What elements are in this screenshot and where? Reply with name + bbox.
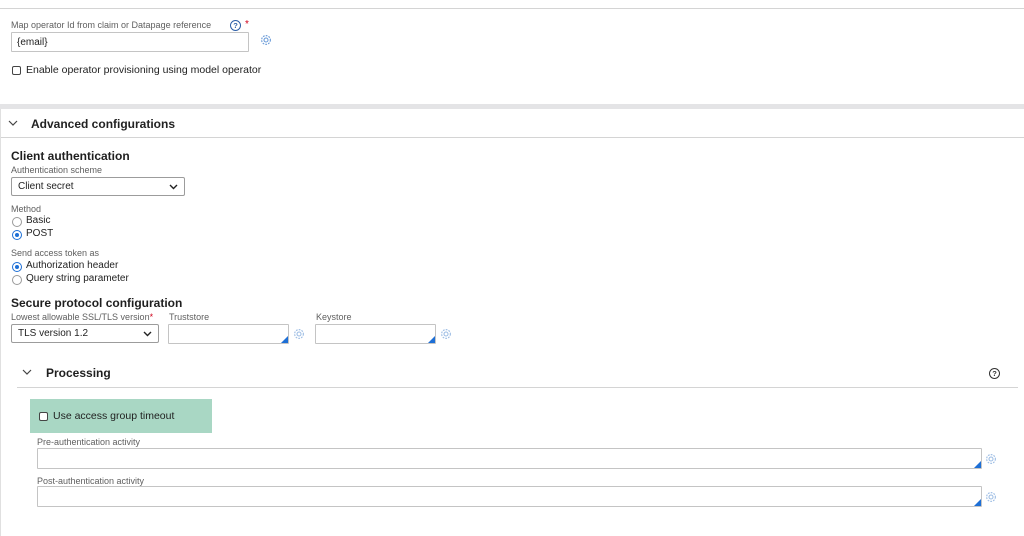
keystore-label: Keystore: [316, 312, 352, 322]
method-post-radio[interactable]: [12, 230, 22, 240]
chevron-down-icon[interactable]: [8, 119, 18, 127]
gear-icon[interactable]: [292, 327, 306, 341]
authentication-scheme-label: Authentication scheme: [11, 165, 103, 175]
map-operator-label: Map operator Id from claim or Datapage r…: [11, 20, 212, 30]
ssl-version-label: Lowest allowable SSL/TLS version*: [11, 312, 154, 322]
truststore-label: Truststore: [169, 312, 210, 322]
select-arrow-icon: [143, 331, 152, 336]
secure-protocol-heading: Secure protocol configuration: [11, 296, 183, 310]
section-divider: [0, 104, 1024, 109]
keystore-input[interactable]: [315, 324, 436, 344]
advanced-header-divider: [0, 137, 1024, 138]
processing-divider: [17, 387, 1018, 388]
gear-icon[interactable]: [259, 33, 273, 47]
pre-authentication-label: Pre-authentication activity: [37, 437, 141, 447]
truststore-input[interactable]: [168, 324, 289, 344]
top-divider: [0, 8, 1024, 9]
use-access-group-timeout-checkbox[interactable]: [39, 412, 48, 421]
chevron-down-icon[interactable]: [22, 368, 32, 376]
enable-provisioning-label: Enable operator provisioning using model…: [26, 64, 262, 76]
query-string-label: Query string parameter: [26, 273, 129, 284]
ssl-version-select[interactable]: TLS version 1.2: [11, 324, 159, 343]
help-icon[interactable]: ?: [230, 20, 241, 31]
gear-icon[interactable]: [439, 327, 453, 341]
advanced-configurations-header[interactable]: Advanced configurations: [31, 117, 175, 131]
help-icon[interactable]: ?: [989, 368, 1000, 379]
send-token-label: Send access token as: [11, 248, 100, 258]
left-edge-line: [0, 109, 1, 536]
query-string-radio[interactable]: [12, 275, 22, 285]
post-authentication-input[interactable]: [37, 486, 982, 507]
client-authentication-heading: Client authentication: [11, 149, 130, 163]
required-indicator: *: [245, 19, 249, 30]
authorization-header-label: Authorization header: [26, 260, 119, 271]
gear-icon[interactable]: [984, 452, 998, 466]
gear-icon[interactable]: [984, 490, 998, 504]
authorization-header-radio[interactable]: [12, 262, 22, 272]
method-label: Method: [11, 204, 42, 214]
pre-authentication-input[interactable]: [37, 448, 982, 469]
select-arrow-icon: [169, 184, 178, 189]
map-operator-input[interactable]: {email}: [11, 32, 249, 52]
enable-provisioning-checkbox[interactable]: [12, 66, 21, 75]
method-basic-radio[interactable]: [12, 217, 22, 227]
method-post-label: POST: [26, 228, 54, 239]
post-authentication-label: Post-authentication activity: [37, 476, 145, 486]
use-access-group-timeout-label: Use access group timeout: [53, 410, 175, 422]
authentication-scheme-select[interactable]: Client secret: [11, 177, 185, 196]
method-basic-label: Basic: [26, 215, 51, 226]
processing-header[interactable]: Processing: [46, 366, 111, 380]
